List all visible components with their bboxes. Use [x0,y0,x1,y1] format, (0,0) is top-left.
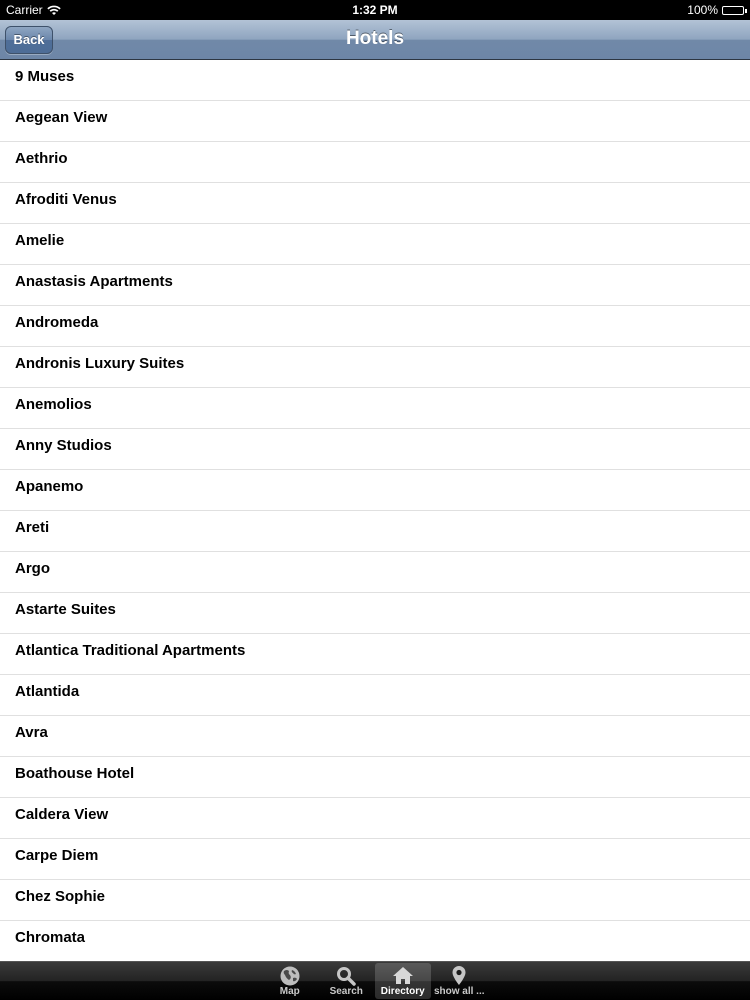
list-item[interactable]: Astarte Suites [0,593,750,634]
tab-group: Map Search Directory show all ... [262,962,488,1000]
tab-map[interactable]: Map [262,963,318,999]
tab-map-label: Map [279,986,300,997]
tab-search[interactable]: Search [319,963,375,999]
tab-bar: Map Search Directory show all ... [0,961,750,1000]
list-item[interactable]: Areti [0,511,750,552]
list-item[interactable]: 9 Muses [0,60,750,101]
list-item[interactable]: Avra [0,716,750,757]
tab-search-label: Search [329,986,363,997]
page-title: Hotels [345,28,405,49]
globe-icon [280,966,300,986]
battery-percent: 100% [687,3,718,17]
list-item[interactable]: Carpe Diem [0,839,750,880]
clock: 1:32 PM [352,3,398,17]
list-item[interactable]: Anastasis Apartments [0,265,750,306]
list-item[interactable]: Amelie [0,224,750,265]
list-item[interactable]: Atlantica Traditional Apartments [0,634,750,675]
tab-show-all[interactable]: show all ... [432,963,488,999]
battery-indicator: 100% [687,3,747,17]
status-bar: Carrier 1:32 PM 100% [0,0,750,20]
list-item[interactable]: Anemolios [0,388,750,429]
battery-icon [722,5,747,15]
tab-directory[interactable]: Directory [375,963,431,999]
navigation-bar: Back Hotels [0,20,750,60]
list-item[interactable]: Atlantida [0,675,750,716]
list-item[interactable]: Aethrio [0,142,750,183]
list-item[interactable]: Anny Studios [0,429,750,470]
list-item[interactable]: Caldera View [0,798,750,839]
tab-show-all-label: show all ... [433,986,485,997]
list-item[interactable]: Chez Sophie [0,880,750,921]
list-item[interactable]: Chromata [0,921,750,962]
list-item[interactable]: Afroditi Venus [0,183,750,224]
list-item[interactable]: Apanemo [0,470,750,511]
list-item[interactable]: Andromeda [0,306,750,347]
map-pin-icon [452,966,466,985]
search-icon [337,967,356,986]
list-item[interactable]: Aegean View [0,101,750,142]
tab-directory-label: Directory [380,986,425,997]
screen: Carrier 1:32 PM 100% Back Hotels 9 Muses… [0,0,750,1000]
home-icon [392,967,413,984]
list-item[interactable]: Argo [0,552,750,593]
list-item[interactable]: Boathouse Hotel [0,757,750,798]
hotel-list: 9 Muses Aegean View Aethrio Afroditi Ven… [0,60,750,962]
list-item[interactable]: Andronis Luxury Suites [0,347,750,388]
